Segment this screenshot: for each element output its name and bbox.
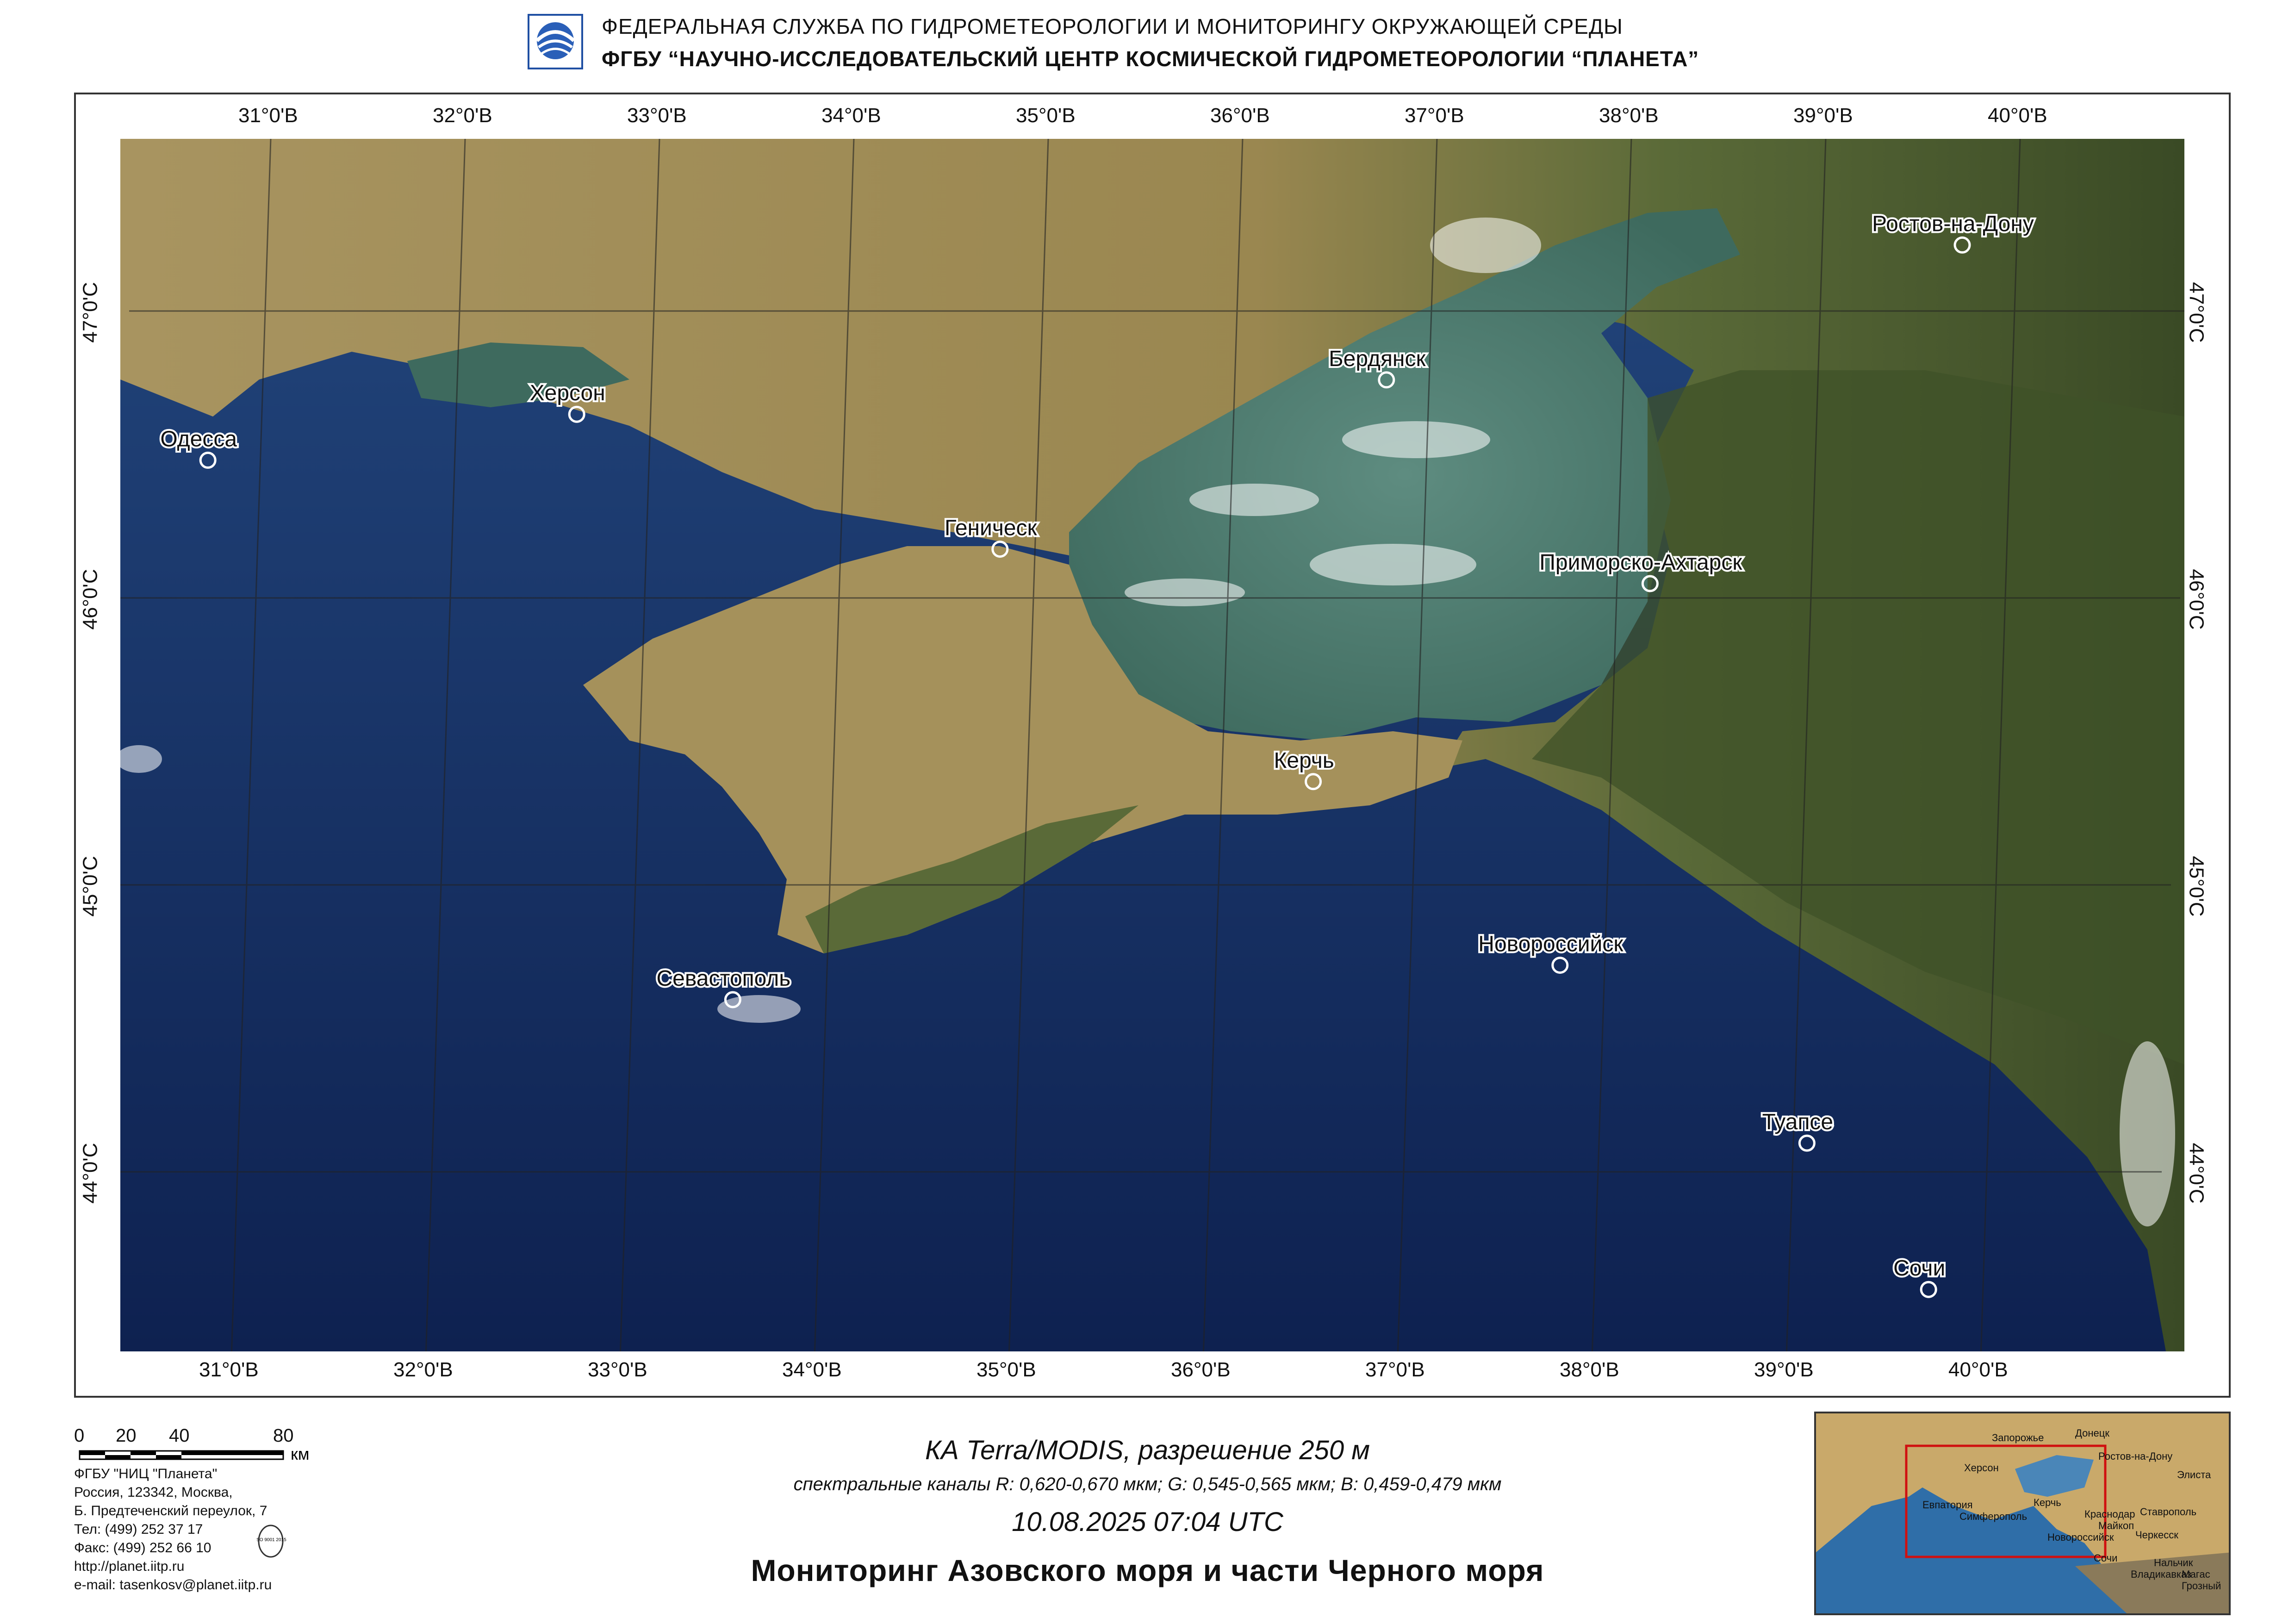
lat-label-left: 45°0'С xyxy=(79,856,102,917)
lat-label-left: 46°0'С xyxy=(79,569,102,630)
city-label: Бердянск xyxy=(1329,347,1426,371)
lat-label-right: 47°0'С xyxy=(2185,282,2208,343)
city-label: Геническ xyxy=(945,516,1038,541)
city-label: Новороссийск xyxy=(1478,932,1623,957)
lon-label-top: 33°0'В xyxy=(627,104,687,127)
inset-city-label: Запорожье xyxy=(1992,1432,2044,1444)
inset-city-label: Херсон xyxy=(1964,1462,1999,1474)
lon-label-bottom: 32°0'В xyxy=(393,1358,453,1381)
planeta-logo-icon xyxy=(528,14,583,69)
lon-label-bottom: 31°0'В xyxy=(199,1358,259,1381)
lat-label-right: 45°0'С xyxy=(2185,856,2208,917)
lon-label-bottom: 34°0'В xyxy=(782,1358,842,1381)
city-label: Сочи xyxy=(1893,1256,1945,1281)
inset-city-label: Донецк xyxy=(2075,1427,2109,1439)
city-label: Ростов-на-Дону xyxy=(1872,212,2034,236)
lon-label-top: 37°0'В xyxy=(1405,104,1464,127)
city-label: Севастополь xyxy=(656,966,790,991)
inset-city-label: Симферополь xyxy=(1959,1511,2028,1522)
city-label: Керчь xyxy=(1274,748,1334,773)
overview-inset-map[interactable]: Запорожье Донецк Ростов-на-Дону Херсон Элист… xyxy=(1814,1412,2231,1615)
lon-label-bottom: 37°0'В xyxy=(1365,1358,1425,1381)
lon-label-bottom: 35°0'В xyxy=(976,1358,1036,1381)
city-label: Приморско-Ахтарск xyxy=(1539,550,1742,575)
lon-label-bottom: 36°0'В xyxy=(1171,1358,1231,1381)
lon-label-top: 31°0'В xyxy=(238,104,298,127)
header-center: ФГБУ “НАУЧНО-ИССЛЕДОВАТЕЛЬСКИЙ ЦЕНТР КОС… xyxy=(602,47,1699,71)
lat-label-right: 46°0'С xyxy=(2185,569,2208,630)
lon-label-top: 39°0'В xyxy=(1793,104,1853,127)
inset-city-label: Сочи xyxy=(2094,1552,2118,1564)
lon-label-top: 34°0'В xyxy=(821,104,881,127)
lon-label-top: 35°0'В xyxy=(1016,104,1076,127)
inset-city-label: Ростов-на-Дону xyxy=(2098,1450,2173,1462)
inset-city-label: Керчь xyxy=(2034,1497,2061,1508)
city-label: Херсон xyxy=(530,381,605,405)
inset-city-label: Ставрополь xyxy=(2140,1506,2197,1518)
lon-label-top: 36°0'В xyxy=(1210,104,1270,127)
lon-label-bottom: 33°0'В xyxy=(588,1358,647,1381)
svg-text:ISO 9001 2015: ISO 9001 2015 xyxy=(257,1537,286,1543)
lon-label-bottom: 38°0'В xyxy=(1560,1358,1619,1381)
inset-city-label: Нальчик xyxy=(2154,1557,2193,1568)
inset-city-label: Элиста xyxy=(2177,1469,2211,1481)
inset-city-label: Евпатория xyxy=(1922,1499,1973,1511)
lon-label-bottom: 39°0'В xyxy=(1754,1358,1814,1381)
lat-label-right: 44°0'С xyxy=(2185,1143,2208,1204)
inset-city-label: Магас xyxy=(2182,1568,2210,1580)
inset-city-label: Новороссийск xyxy=(2047,1531,2114,1543)
header-agency: ФЕДЕРАЛЬНАЯ СЛУЖБА ПО ГИДРОМЕТЕОРОЛОГИИ … xyxy=(602,14,1623,38)
city-label: Одесса xyxy=(160,427,237,451)
inset-city-label: Краснодар xyxy=(2084,1508,2135,1520)
lat-label-left: 44°0'С xyxy=(79,1143,102,1204)
city-label: Туапсе xyxy=(1762,1110,1833,1134)
lon-label-top: 40°0'В xyxy=(1988,104,2047,127)
lat-label-left: 47°0'С xyxy=(79,282,102,343)
inset-city-label: Майкоп xyxy=(2098,1520,2134,1531)
lon-label-top: 32°0'В xyxy=(433,104,492,127)
lon-label-top: 38°0'В xyxy=(1599,104,1659,127)
lon-label-bottom: 40°0'В xyxy=(1948,1358,2008,1381)
inset-city-label: Черкесск xyxy=(2135,1529,2178,1541)
inset-city-label: Грозный xyxy=(2182,1580,2221,1592)
satellite-map[interactable]: Ростов-на-Дону Бердянск Херсон Одесса Гениче… xyxy=(120,139,2184,1351)
